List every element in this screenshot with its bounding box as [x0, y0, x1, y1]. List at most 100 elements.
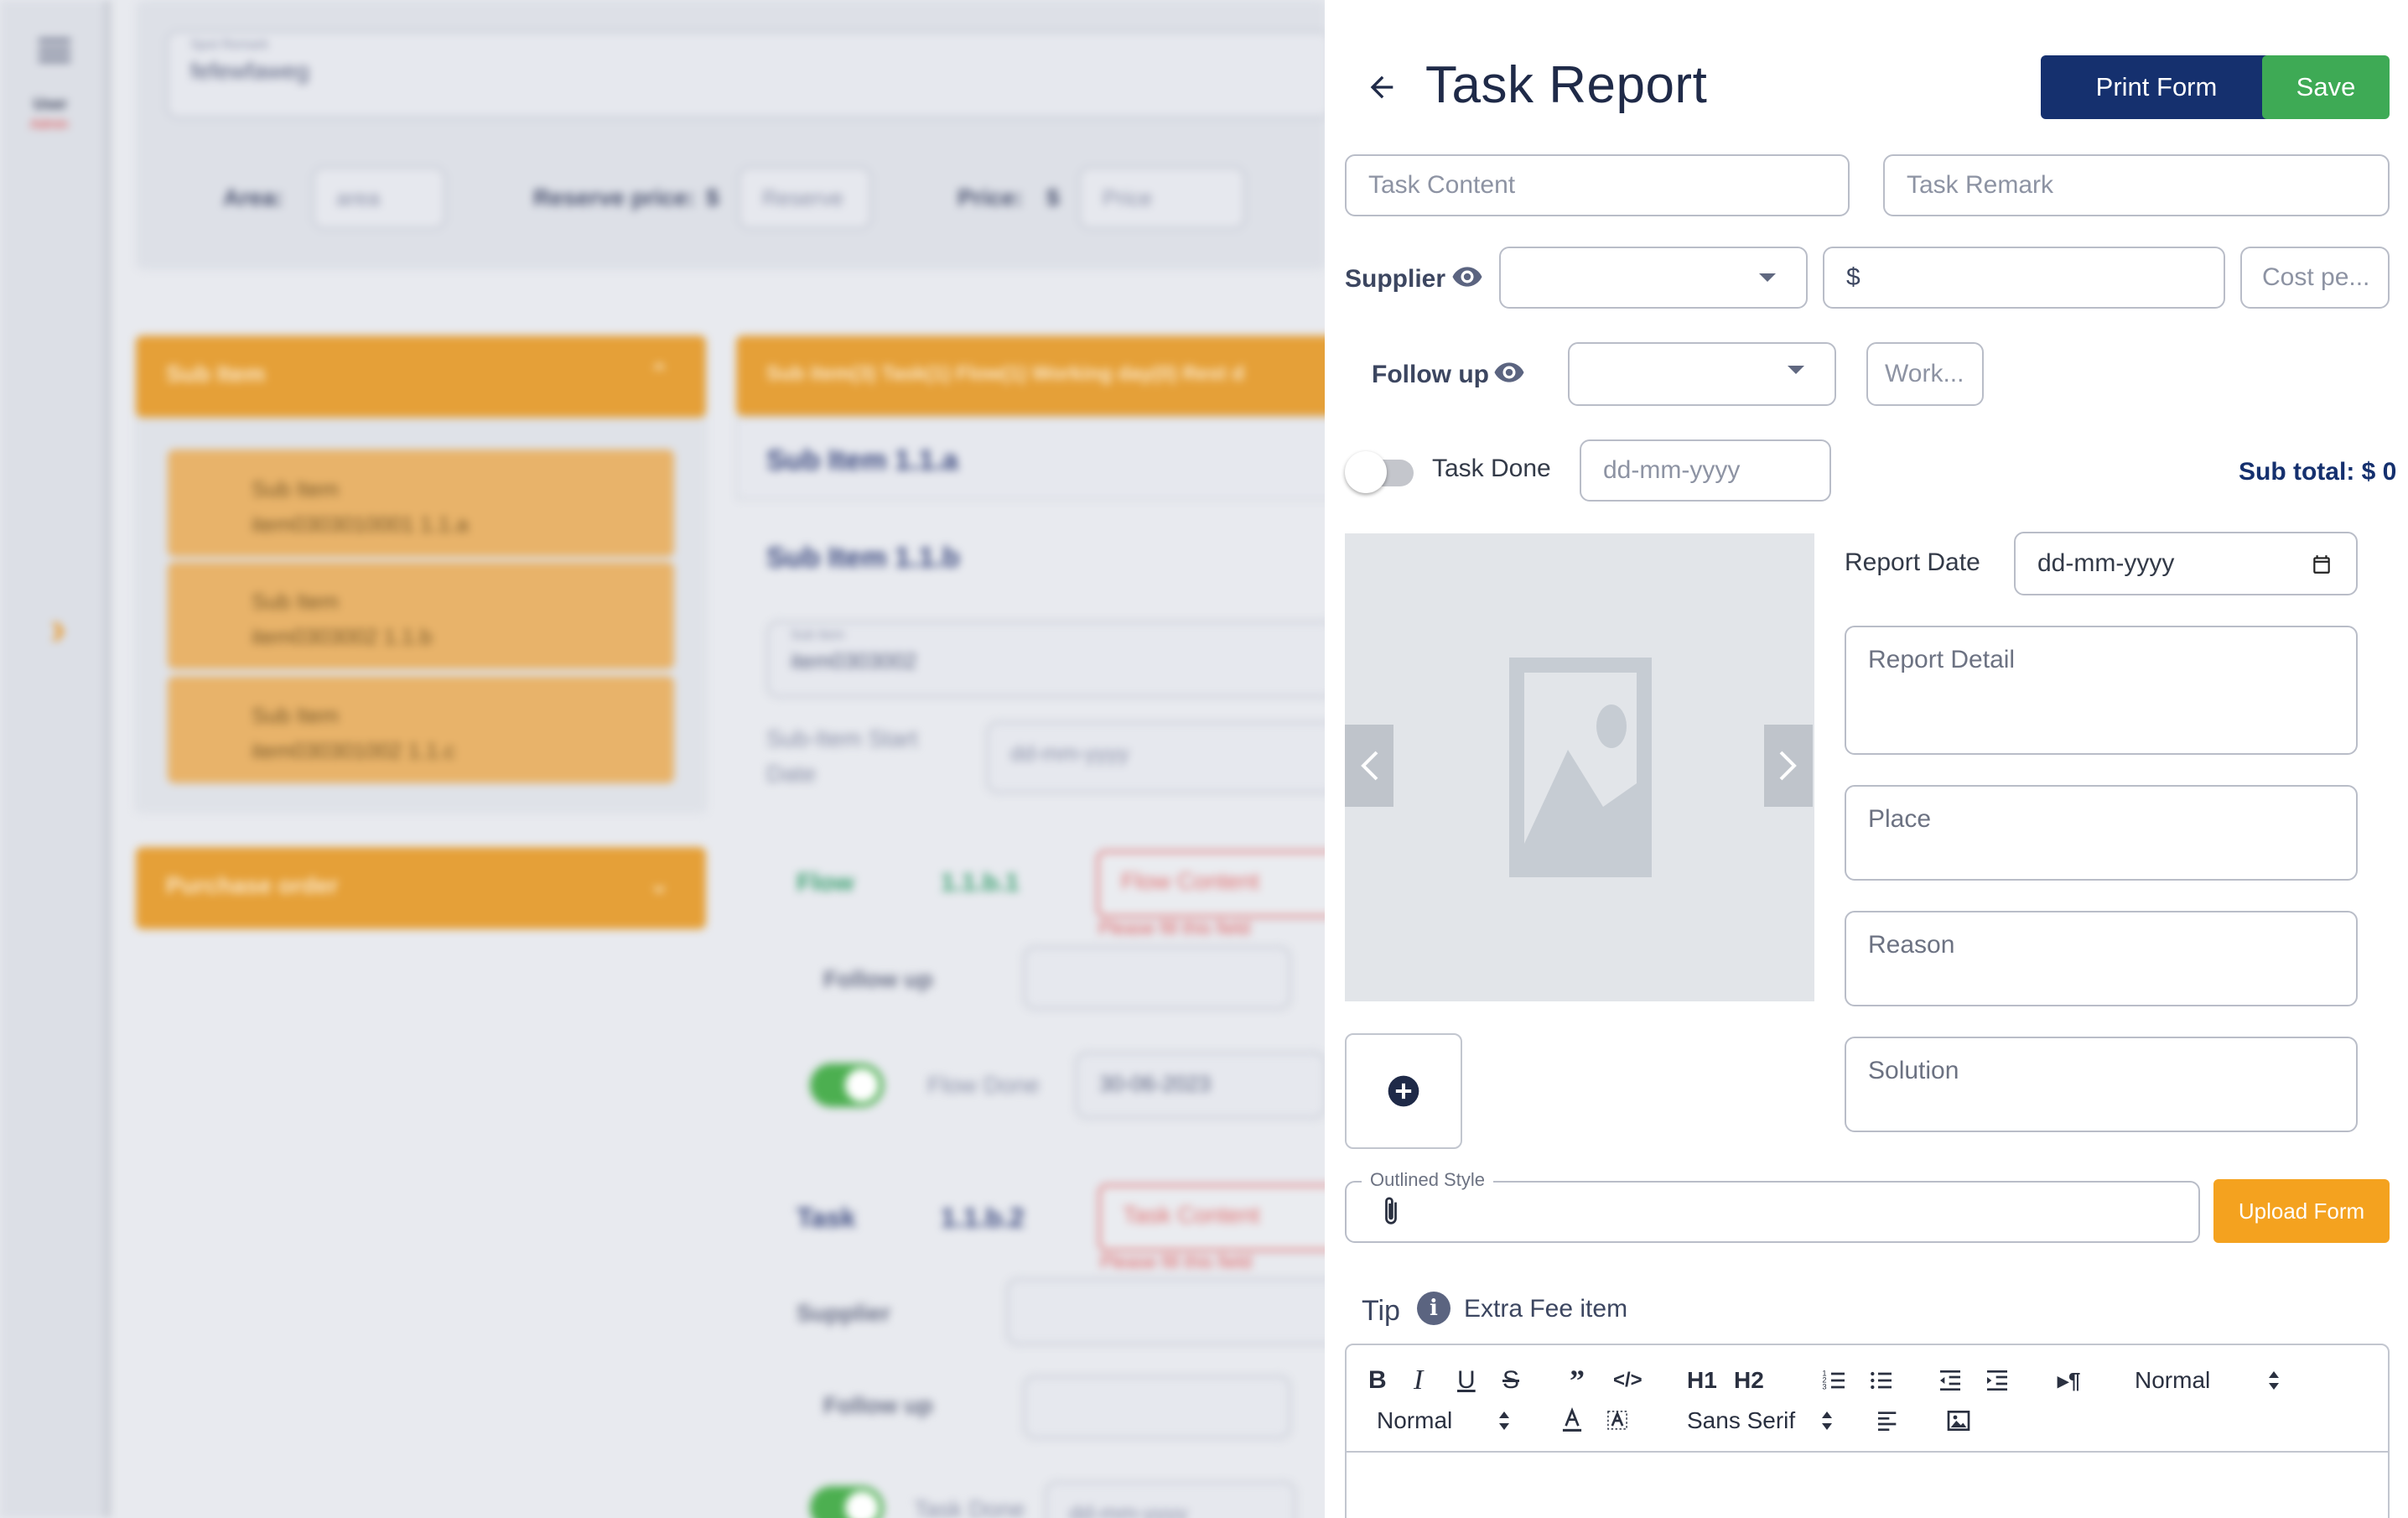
role-label: Admin [30, 117, 69, 132]
price-input[interactable]: Price [1078, 166, 1246, 230]
place-input[interactable]: Place [1845, 785, 2358, 881]
user-label: User [34, 96, 68, 112]
report-date-value: dd-mm-yyyy [2037, 549, 2175, 577]
follow-up-select[interactable] [1568, 342, 1836, 406]
underline-icon[interactable]: U [1457, 1364, 1476, 1397]
task-done-date-input[interactable]: dd-mm-yyyy [1580, 439, 1831, 502]
strike-icon[interactable]: S [1502, 1364, 1519, 1397]
task-remark-input[interactable]: Task Remark [1883, 154, 2390, 216]
carousel-next-button[interactable] [1764, 725, 1813, 807]
flow-follow-up-label: Follow up [823, 966, 933, 992]
heading1-icon[interactable]: H1 [1687, 1364, 1717, 1397]
area-input[interactable]: area [312, 166, 446, 230]
sub-item-card[interactable]: Sub Item item030301002 1.1.c [168, 676, 674, 783]
select-arrows-icon [1499, 1411, 1510, 1430]
text-direction-icon[interactable]: ▸¶ [2058, 1364, 2081, 1397]
add-image-button[interactable] [1345, 1033, 1462, 1149]
editor-toolbar: B I U S ” </> H1 H2 123 ▸¶ Normal Normal… [1347, 1345, 2388, 1453]
heading2-icon[interactable]: H2 [1734, 1364, 1764, 1397]
highlight-color-icon[interactable] [1605, 1404, 1630, 1437]
supplier-label: Supplier [1345, 265, 1446, 293]
detail-tabs-bar[interactable]: Sub item(3) Task(1) Flow(1) Working day(… [736, 335, 1340, 416]
flow-follow-up-select[interactable] [1023, 946, 1291, 1010]
task-label: Task [797, 1203, 856, 1233]
font-select-value: Sans Serif [1687, 1407, 1796, 1433]
bg-follow-up-select[interactable] [1023, 1375, 1291, 1439]
outdent-icon[interactable] [1937, 1364, 1964, 1397]
font-select[interactable]: Sans Serif [1687, 1404, 1833, 1437]
bg-task-done-toggle[interactable] [810, 1486, 884, 1518]
purchase-order-label: Purchase order [166, 872, 339, 898]
start-date-input[interactable]: dd-mm-yyyy [986, 721, 1338, 793]
cost-amount-input[interactable]: $ [1823, 247, 2225, 309]
file-upload-field[interactable]: Outlined Style [1345, 1169, 2200, 1243]
extra-fee-label: Extra Fee item [1464, 1295, 1628, 1323]
reserve-currency: $ [706, 185, 719, 211]
code-block-icon[interactable]: </> [1613, 1364, 1643, 1397]
info-icon[interactable]: i [1417, 1292, 1451, 1325]
task-error: Please fill this field [1100, 1251, 1252, 1272]
sub-item-header[interactable]: Sub Item ⌃ [136, 335, 706, 418]
work-input[interactable]: Work... [1866, 342, 1984, 406]
task-content-input[interactable]: Task Content [1345, 154, 1850, 216]
editor-content-area[interactable] [1347, 1454, 2388, 1518]
hamburger-menu-icon[interactable] [39, 39, 70, 62]
page-title: Task Report [1425, 56, 1708, 114]
print-form-button[interactable]: Print Form [2041, 55, 2272, 119]
spot-remark-label: Spot Remark [190, 38, 269, 52]
bg-task-done-date[interactable]: dd-mm-yyyy [1045, 1481, 1296, 1518]
area-label: Area: [223, 185, 283, 211]
reason-input[interactable]: Reason [1845, 911, 2358, 1006]
sub-item-a-title: Sub Item 1.1.a [766, 444, 958, 476]
eye-icon[interactable] [1492, 356, 1526, 393]
start-date-label-line2: Date [766, 761, 817, 787]
supplier-dropdown-icon [1759, 273, 1776, 282]
sub-item-field[interactable]: Sub Item item0303002 [766, 621, 1336, 698]
header-select[interactable]: Normal [2135, 1364, 2280, 1397]
task-done-toggle[interactable] [1345, 450, 1415, 493]
attachment-icon[interactable] [1377, 1194, 1405, 1235]
eye-icon[interactable] [1451, 260, 1484, 298]
task-content-input[interactable]: Task Content [1098, 1184, 1350, 1251]
price-label: Price: [957, 185, 1023, 211]
bg-supplier-select[interactable] [1006, 1278, 1342, 1345]
ordered-list-icon[interactable]: 123 [1821, 1364, 1848, 1397]
report-date-input[interactable]: dd-mm-yyyy [2014, 532, 2358, 595]
save-button[interactable]: Save [2262, 55, 2390, 119]
spot-remark-field[interactable]: Spot Remark fefewfaweg [166, 30, 1331, 119]
align-left-icon[interactable] [1875, 1404, 1902, 1437]
italic-icon[interactable]: I [1414, 1364, 1423, 1397]
bullet-list-icon[interactable] [1868, 1364, 1895, 1397]
image-insert-icon[interactable] [1945, 1404, 1972, 1437]
start-date-label: Sub-Item Start Date [766, 721, 918, 792]
price-currency: $ [1046, 185, 1060, 211]
flow-done-toggle[interactable] [810, 1063, 884, 1107]
expand-chevron-icon[interactable]: › [50, 600, 66, 655]
blockquote-icon[interactable]: ” [1570, 1364, 1585, 1397]
flow-done-date[interactable]: 30-06-2023 [1075, 1052, 1326, 1119]
upload-form-button[interactable]: Upload Form [2213, 1179, 2390, 1243]
back-arrow-icon[interactable] [1358, 64, 1405, 111]
sub-item-card[interactable]: Sub Item item0303010001 1.1.a [168, 450, 674, 557]
flow-label: Flow [797, 869, 854, 897]
chevron-up-icon: ⌃ [649, 360, 669, 386]
text-color-icon[interactable] [1559, 1404, 1585, 1437]
reserve-input[interactable]: Reserve [738, 166, 872, 230]
solution-input[interactable]: Solution [1845, 1037, 2358, 1132]
size-select[interactable]: Normal [1377, 1404, 1510, 1437]
sub-item-code: item030301002 1.1.c [252, 738, 455, 763]
sub-item-field-value: item0303002 [791, 648, 917, 673]
bold-icon[interactable]: B [1368, 1364, 1387, 1397]
task-report-drawer: Task Report Print Form Save Task Content… [1325, 0, 2408, 1518]
cost-per-input[interactable]: Cost pe... [2240, 247, 2390, 309]
flow-content-input[interactable]: Flow Content [1097, 850, 1348, 918]
select-arrows-icon [2269, 1371, 2280, 1390]
indent-icon[interactable] [1984, 1364, 2011, 1397]
sub-item-card[interactable]: Sub Item item0303002 1.1.b [168, 562, 674, 669]
sub-item-title: Sub Item [252, 476, 340, 502]
calendar-icon[interactable] [2311, 554, 2333, 582]
sub-item-b-title: Sub Item 1.1.b [766, 542, 960, 574]
purchase-order-header[interactable]: Purchase order ⌄ [136, 847, 706, 929]
carousel-prev-button[interactable] [1345, 725, 1393, 807]
report-detail-input[interactable]: Report Detail [1845, 626, 2358, 755]
